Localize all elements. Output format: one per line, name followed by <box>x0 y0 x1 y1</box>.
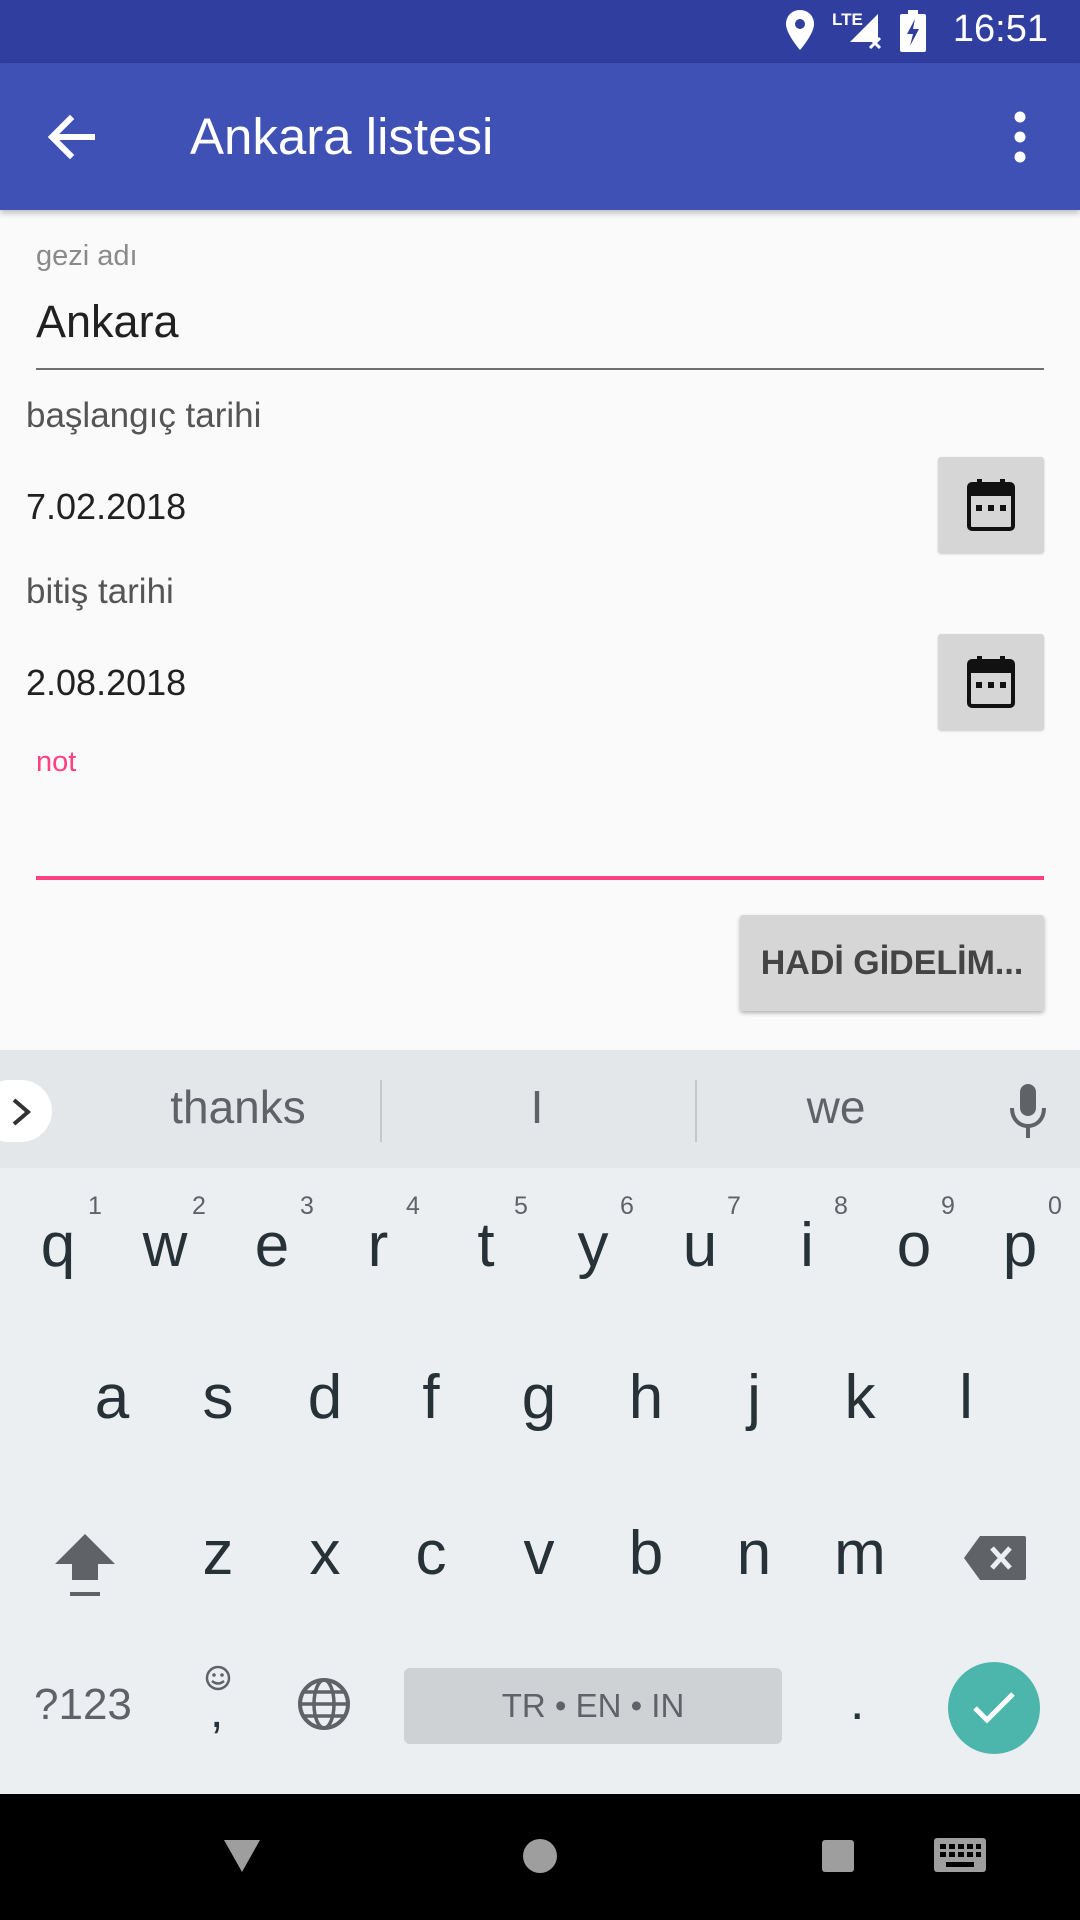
key-b[interactable]: b <box>596 1518 696 1589</box>
battery-charging-icon <box>900 10 926 52</box>
navigation-bar <box>0 1794 1080 1920</box>
suggestion-1[interactable]: thanks <box>113 1080 363 1134</box>
key-t[interactable]: t <box>436 1210 536 1281</box>
done-key[interactable] <box>948 1662 1040 1754</box>
suggestion-2[interactable]: I <box>412 1080 662 1134</box>
key-f[interactable]: f <box>381 1362 481 1433</box>
end-date-label: bitiş tarihi <box>26 572 174 611</box>
trip-name-label: gezi adı <box>36 240 138 272</box>
status-time: 16:51 <box>952 8 1048 50</box>
suggestion-divider <box>695 1080 697 1142</box>
end-date-picker-button[interactable] <box>938 634 1044 730</box>
microphone-icon[interactable] <box>1008 1084 1048 1140</box>
key-g[interactable]: g <box>489 1362 589 1433</box>
key-p[interactable]: p <box>970 1210 1070 1281</box>
symbols-key[interactable]: ?123 <box>34 1680 132 1730</box>
lets-go-button[interactable]: HADİ GİDELİM... <box>740 915 1044 1011</box>
suggestion-strip: thanks I we <box>0 1050 1080 1168</box>
key-m[interactable]: m <box>810 1518 910 1589</box>
arrow-back-icon[interactable] <box>36 101 108 173</box>
key-d[interactable]: d <box>275 1362 375 1433</box>
period-key[interactable]: . <box>850 1672 864 1732</box>
trip-name-value: Ankara <box>36 296 179 347</box>
backspace-icon[interactable] <box>962 1534 1028 1582</box>
note-underline <box>36 876 1044 880</box>
page-title: Ankara listesi <box>190 108 494 165</box>
calendar-icon <box>967 479 1015 531</box>
key-j[interactable]: j <box>704 1362 804 1433</box>
key-k[interactable]: k <box>810 1362 910 1433</box>
key-r[interactable]: r <box>328 1210 428 1281</box>
end-date-value: 2.08.2018 <box>26 662 187 703</box>
more-vert-icon[interactable] <box>990 101 1050 173</box>
comma-key[interactable]: , <box>196 1664 240 1744</box>
start-date-value: 7.02.2018 <box>26 486 187 527</box>
key-o[interactable]: o <box>864 1210 964 1281</box>
suggestion-divider <box>380 1080 382 1142</box>
recents-square-icon[interactable] <box>820 1838 856 1874</box>
suggestion-expand-button[interactable] <box>0 1080 52 1142</box>
keyboard-switch-icon[interactable] <box>932 1836 988 1876</box>
key-v[interactable]: v <box>489 1518 589 1589</box>
location-icon <box>786 10 814 50</box>
key-u[interactable]: u <box>650 1210 750 1281</box>
key-z[interactable]: z <box>168 1518 268 1589</box>
suggestion-3[interactable]: we <box>711 1080 961 1134</box>
comma-label: , <box>210 1685 224 1738</box>
key-s[interactable]: s <box>168 1362 268 1433</box>
key-x[interactable]: x <box>275 1518 375 1589</box>
key-i[interactable]: i <box>757 1210 857 1281</box>
key-h[interactable]: h <box>596 1362 696 1433</box>
trip-name-underline <box>36 368 1044 370</box>
check-icon <box>973 1692 1015 1724</box>
note-field[interactable] <box>36 790 1044 882</box>
key-c[interactable]: c <box>381 1518 481 1589</box>
start-date-picker-button[interactable] <box>938 457 1044 553</box>
shift-icon[interactable] <box>52 1530 118 1602</box>
note-label: not <box>36 746 77 778</box>
key-n[interactable]: n <box>704 1518 804 1589</box>
calendar-icon <box>967 656 1015 708</box>
space-key[interactable]: TR • EN • IN <box>404 1668 782 1744</box>
key-w[interactable]: w <box>115 1210 215 1281</box>
trip-name-field[interactable]: Ankara <box>36 294 1044 378</box>
chevron-right-icon <box>12 1098 32 1126</box>
home-circle-icon[interactable] <box>520 1836 560 1876</box>
status-bar: LTE 16:51 <box>0 0 1080 63</box>
key-a[interactable]: a <box>62 1362 162 1433</box>
key-y[interactable]: y <box>543 1210 643 1281</box>
key-e[interactable]: e <box>222 1210 322 1281</box>
soft-keyboard: thanks I we 1 2 3 4 5 6 7 8 9 0 q w e r … <box>0 1050 1080 1794</box>
start-date-label: başlangıç tarihi <box>26 396 262 435</box>
globe-icon[interactable] <box>296 1676 352 1732</box>
key-q[interactable]: q <box>8 1210 108 1281</box>
signal-icon <box>850 14 882 50</box>
trip-form: gezi adı Ankara başlangıç tarihi 7.02.20… <box>0 210 1080 1050</box>
back-triangle-icon[interactable] <box>222 1838 262 1874</box>
key-l[interactable]: l <box>916 1362 1016 1433</box>
app-bar: Ankara listesi <box>0 63 1080 210</box>
